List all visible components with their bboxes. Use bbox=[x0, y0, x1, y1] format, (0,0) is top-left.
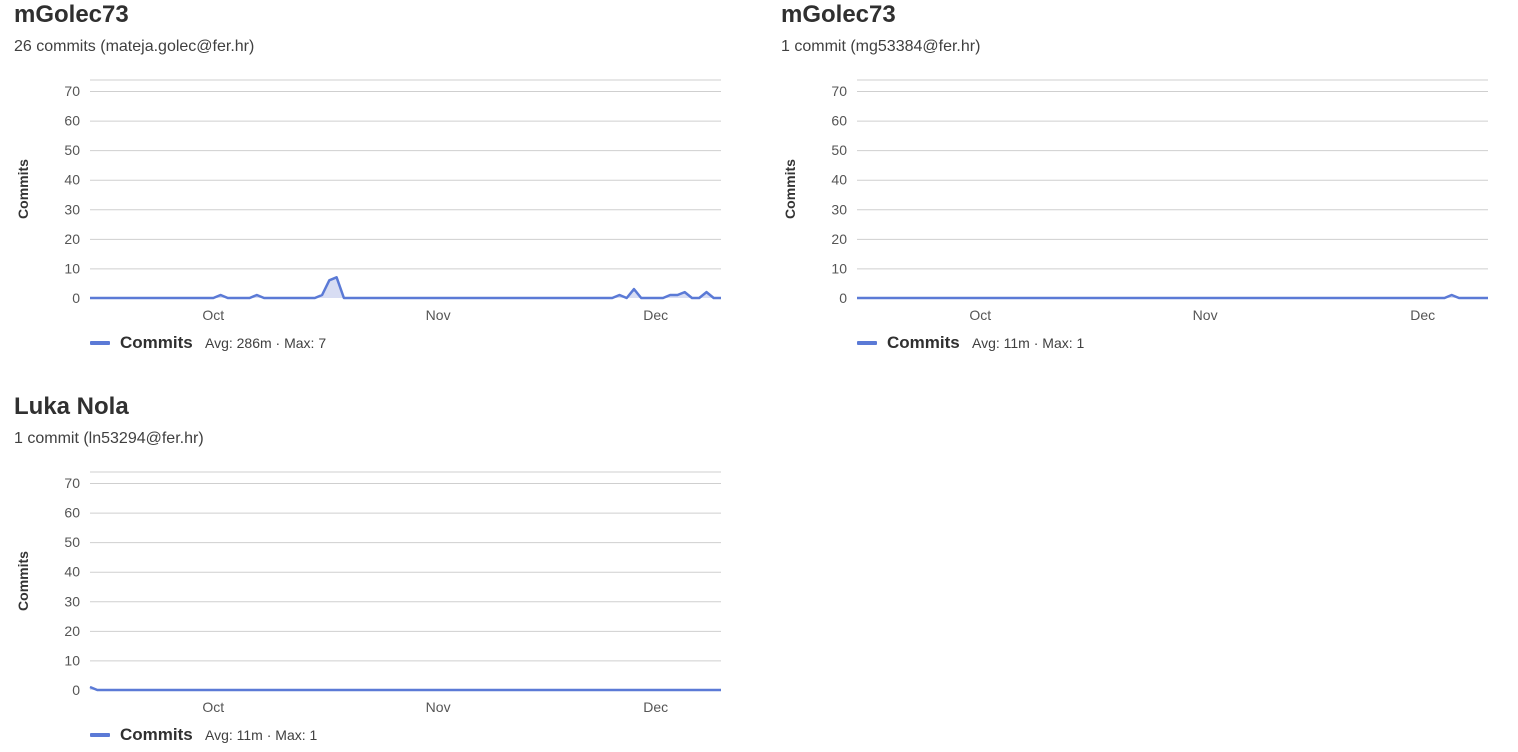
contributor-name[interactable]: mGolec73 bbox=[781, 1, 896, 29]
y-tick-label: 60 bbox=[831, 113, 847, 129]
contributor-name[interactable]: Luka Nola bbox=[14, 393, 129, 421]
y-tick-label: 70 bbox=[831, 83, 847, 99]
contributor-name[interactable]: mGolec73 bbox=[14, 1, 129, 29]
x-tick-label: Nov bbox=[426, 307, 451, 323]
y-tick-label: 10 bbox=[831, 260, 847, 276]
contributor-panel: 0 10 20 30 40 50 60 70 Commits Oct Nov Dec mGolec73… bbox=[767, 0, 1507, 360]
x-tick-label: Oct bbox=[202, 307, 224, 323]
legend-series-label: Commits bbox=[120, 725, 193, 744]
y-tick-label: 0 bbox=[72, 290, 80, 306]
y-tick-label: 70 bbox=[64, 83, 80, 99]
legend-stats: Avg: 11m · Max: 1 bbox=[205, 727, 318, 743]
legend-series-label: Commits bbox=[120, 333, 193, 352]
y-tick-label: 20 bbox=[64, 231, 80, 247]
y-tick-label: 60 bbox=[64, 113, 80, 129]
y-axis-label: Commits bbox=[782, 159, 798, 219]
series-line bbox=[857, 293, 1488, 300]
contributor-panel: 0 10 20 30 40 50 60 70 Commits Oct Nov Dec mGolec73… bbox=[0, 0, 740, 360]
legend-swatch bbox=[857, 341, 877, 345]
series-area bbox=[90, 277, 721, 298]
legend-series-label: Commits bbox=[887, 333, 960, 352]
y-tick-label: 50 bbox=[64, 534, 80, 550]
y-axis-label: Commits bbox=[15, 551, 31, 611]
y-axis-label: Commits bbox=[15, 159, 31, 219]
y-tick-label: 40 bbox=[64, 564, 80, 580]
y-tick-label: 30 bbox=[831, 201, 847, 217]
x-tick-label: Oct bbox=[202, 699, 224, 715]
x-tick-label: Nov bbox=[1193, 307, 1218, 323]
x-tick-label: Nov bbox=[426, 699, 451, 715]
y-tick-label: 0 bbox=[839, 290, 847, 306]
series-line bbox=[90, 276, 721, 300]
legend-stats: Avg: 11m · Max: 1 bbox=[972, 335, 1085, 351]
y-tick-label: 10 bbox=[64, 652, 80, 668]
y-tick-label: 30 bbox=[64, 593, 80, 609]
y-tick-label: 40 bbox=[831, 172, 847, 188]
y-tick-label: 20 bbox=[831, 231, 847, 247]
x-tick-label: Oct bbox=[969, 307, 991, 323]
contributor-commit-summary: 1 commit (mg53384@fer.hr) bbox=[781, 38, 981, 55]
series-line bbox=[89, 685, 721, 692]
x-tick-label: Dec bbox=[643, 307, 668, 323]
y-tick-label: 30 bbox=[64, 201, 80, 217]
y-tick-label: 50 bbox=[64, 142, 80, 158]
legend-swatch bbox=[90, 341, 110, 345]
contributor-commit-summary: 1 commit (ln53294@fer.hr) bbox=[14, 430, 204, 447]
y-tick-label: 10 bbox=[64, 260, 80, 276]
y-tick-label: 70 bbox=[64, 475, 80, 491]
x-tick-label: Dec bbox=[643, 699, 668, 715]
y-tick-label: 60 bbox=[64, 505, 80, 521]
y-tick-label: 0 bbox=[72, 682, 80, 698]
y-tick-label: 50 bbox=[831, 142, 847, 158]
contributor-panel: 0 10 20 30 40 50 60 70 Commits Oct Nov Dec Luka Nol… bbox=[0, 392, 740, 752]
legend-stats: Avg: 286m · Max: 7 bbox=[205, 335, 327, 351]
y-tick-label: 20 bbox=[64, 623, 80, 639]
contributor-commit-summary: 26 commits (mateja.golec@fer.hr) bbox=[14, 38, 255, 55]
x-tick-label: Dec bbox=[1410, 307, 1435, 323]
y-tick-label: 40 bbox=[64, 172, 80, 188]
legend-swatch bbox=[90, 733, 110, 737]
